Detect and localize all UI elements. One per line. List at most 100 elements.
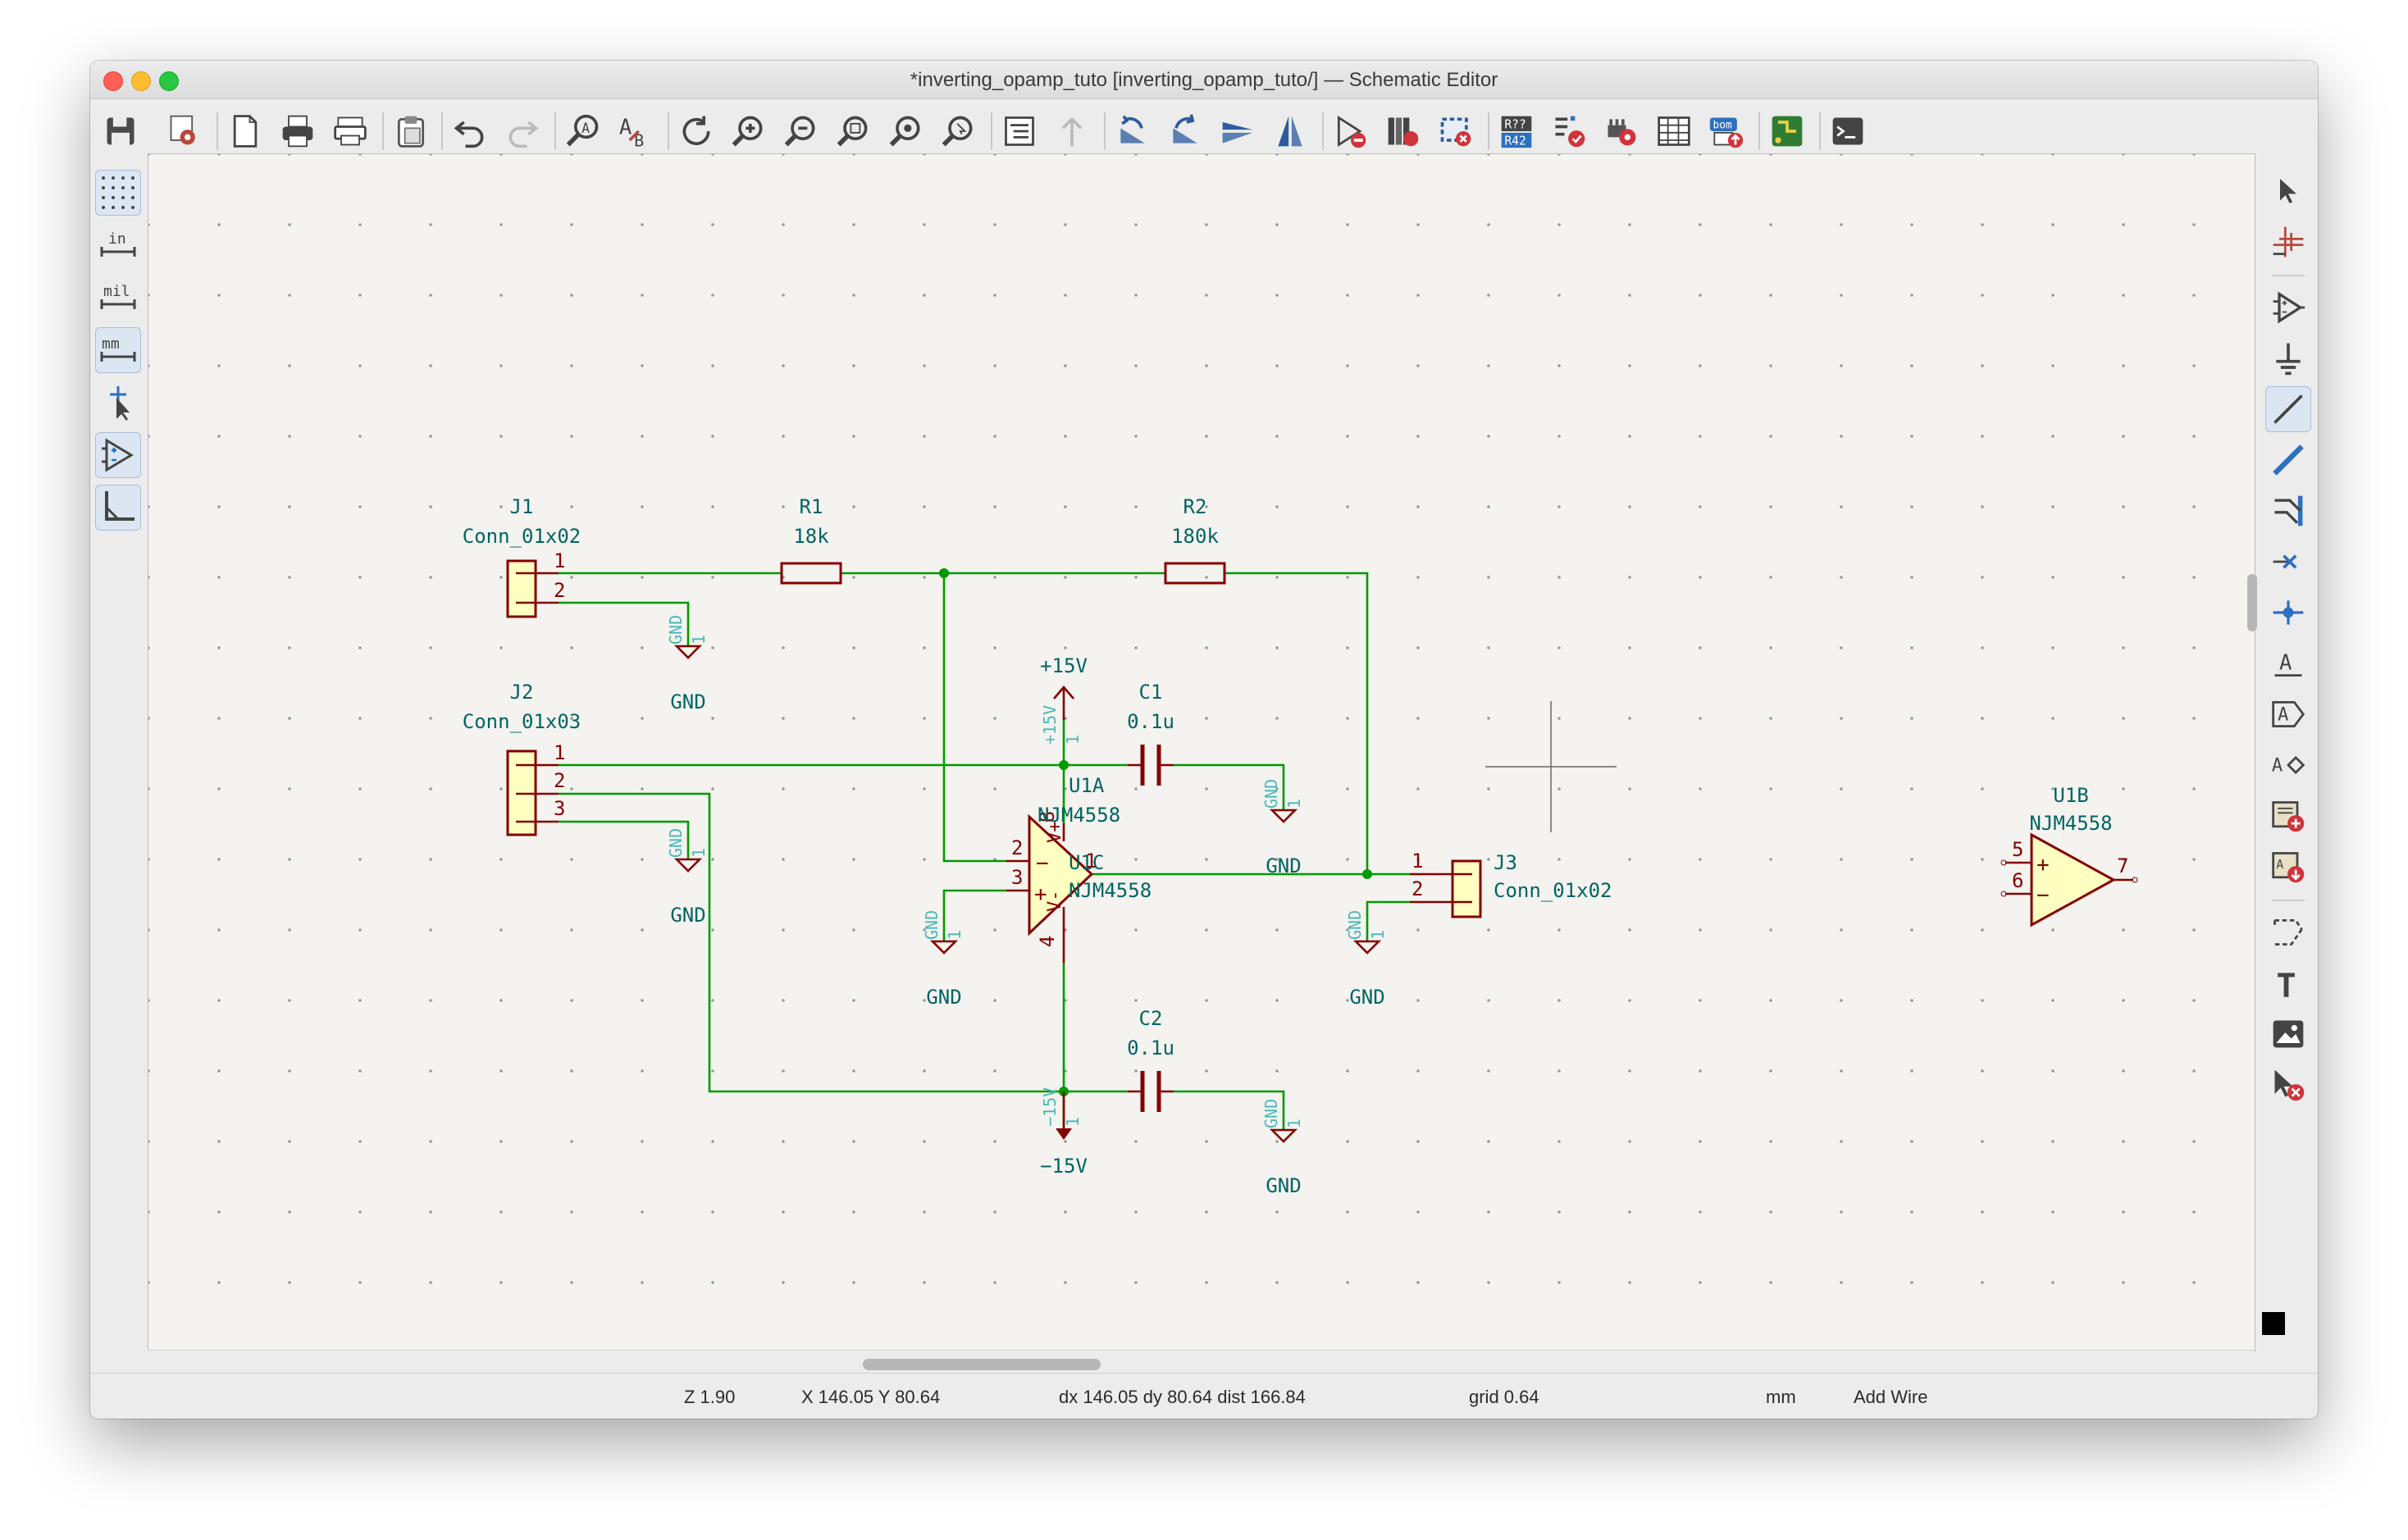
no-connect-icon[interactable] — [2265, 539, 2311, 585]
bom-icon[interactable]: bom — [1704, 109, 1749, 153]
svg-text:6: 6 — [2012, 869, 2023, 892]
refresh-icon[interactable] — [674, 109, 718, 153]
mirror-horizontal-icon[interactable] — [1268, 109, 1312, 153]
leave-sheet-icon[interactable] — [1050, 109, 1094, 153]
svg-text:3: 3 — [554, 797, 565, 820]
plot-icon[interactable] — [328, 109, 372, 153]
horizontal-scrollbar[interactable] — [148, 1350, 2254, 1374]
rotate-cw-icon[interactable] — [1163, 109, 1207, 153]
U1B-ref: U1B — [2053, 784, 2088, 807]
print-icon[interactable] — [276, 109, 320, 153]
line-mode-45-icon[interactable] — [95, 485, 141, 531]
footprint-assign-icon[interactable] — [1434, 109, 1478, 153]
svg-text:R??: R?? — [1504, 117, 1526, 131]
svg-text:3: 3 — [1011, 866, 1023, 889]
scripting-console-icon[interactable] — [1826, 109, 1870, 153]
svg-text:1: 1 — [689, 635, 709, 645]
zoom-selection-icon[interactable] — [937, 109, 981, 153]
horizontal-scrollbar-thumb[interactable] — [863, 1359, 1101, 1370]
delete-tool-icon[interactable] — [2265, 1062, 2311, 1108]
C1-value: 0.1u — [1127, 710, 1174, 733]
R2-ref: R2 — [1183, 495, 1207, 518]
save-icon[interactable] — [98, 109, 143, 153]
add-label-icon[interactable]: A — [2265, 640, 2311, 686]
find-icon[interactable]: A — [561, 109, 605, 153]
schematic-setup-icon[interactable] — [162, 109, 207, 153]
units-mm-icon[interactable]: mm — [95, 327, 141, 373]
svg-text:A: A — [619, 116, 632, 140]
svg-text:T: T — [2276, 967, 2296, 1002]
find-replace-icon[interactable]: AB — [613, 109, 658, 153]
svg-text:5: 5 — [2012, 838, 2023, 861]
R1-ref: R1 — [800, 495, 823, 518]
svg-text:2: 2 — [1011, 836, 1023, 859]
zoom-out-icon[interactable] — [779, 109, 823, 153]
highlight-net-icon[interactable] — [2265, 219, 2311, 265]
schematic-canvas[interactable]: 1 2 J1 Conn_01x02 1 2 3 J2 Conn_01x03 1 — [148, 153, 2255, 1351]
add-hier-label-icon[interactable]: A — [2265, 742, 2311, 788]
R2-value: 180k — [1171, 525, 1219, 548]
erc-icon[interactable] — [1547, 109, 1591, 153]
status-zoom: Z 1.90 — [684, 1387, 736, 1407]
add-sheet-icon[interactable] — [2265, 793, 2311, 839]
svg-text:2: 2 — [1412, 877, 1423, 900]
annotate-icon[interactable]: R?? R42 — [1494, 109, 1539, 153]
junction-dot — [1362, 869, 1372, 879]
hierarchy-navigator-icon[interactable] — [997, 109, 1042, 153]
add-image-icon[interactable] — [2265, 1011, 2311, 1057]
add-global-label-icon[interactable]: A — [2265, 691, 2311, 737]
svg-text:−: − — [2036, 883, 2050, 908]
title-bar: *inverting_opamp_tuto [inverting_opamp_t… — [90, 61, 2318, 99]
svg-text:−15V: −15V — [1040, 1155, 1088, 1178]
symbol-browser-icon[interactable] — [1381, 109, 1425, 153]
svg-text:mil: mil — [103, 283, 130, 300]
svg-text:A: A — [2278, 704, 2288, 725]
assign-footprints-icon[interactable] — [1599, 109, 1644, 153]
undo-icon[interactable] — [448, 109, 492, 153]
status-units: mm — [1766, 1387, 1796, 1407]
paste-icon[interactable] — [389, 109, 433, 153]
zoom-objects-icon[interactable] — [884, 109, 928, 153]
svg-text:GND: GND — [666, 828, 686, 858]
status-delta: dx 146.05 dy 80.64 dist 166.84 — [1059, 1387, 1306, 1407]
add-bus-entry-icon[interactable] — [2265, 488, 2311, 534]
add-power-icon[interactable] — [2265, 335, 2311, 381]
svg-text:GND: GND — [1266, 854, 1301, 877]
vertical-scrollbar-thumb[interactable] — [2247, 574, 2257, 631]
status-bar: Z 1.90 X 146.05 Y 80.64 dx 146.05 dy 80.… — [90, 1373, 2318, 1419]
rotate-ccw-icon[interactable] — [1111, 109, 1155, 153]
update-pcb-icon[interactable] — [1765, 109, 1809, 153]
svg-text:bom: bom — [1713, 119, 1732, 131]
add-symbol-icon[interactable] — [2265, 285, 2311, 330]
zoom-in-icon[interactable] — [727, 109, 771, 153]
units-mils-icon[interactable]: mil — [95, 275, 141, 321]
zoom-fit-icon[interactable] — [832, 109, 876, 153]
symbol-editor-icon[interactable] — [1329, 109, 1373, 153]
cursor-crosshair-icon[interactable] — [95, 380, 141, 426]
add-text-icon[interactable]: T — [2265, 960, 2311, 1006]
svg-text:A: A — [2279, 650, 2292, 675]
import-sheet-pin-icon[interactable]: A — [2265, 844, 2311, 890]
redo-icon[interactable] — [500, 109, 545, 153]
add-wire-icon[interactable] — [2265, 386, 2311, 432]
U1C-value: NJM4558 — [1069, 879, 1152, 902]
svg-text:GND: GND — [1266, 1174, 1301, 1197]
svg-text:1: 1 — [1284, 1119, 1304, 1128]
add-junction-icon[interactable] — [2265, 590, 2311, 636]
grid-toggle-icon[interactable] — [95, 170, 141, 216]
select-icon[interactable] — [2265, 168, 2311, 214]
add-bus-icon[interactable] — [2265, 437, 2311, 483]
svg-text:GND: GND — [1261, 1099, 1281, 1128]
page-settings-icon[interactable] — [223, 109, 267, 153]
hidden-pins-icon[interactable] — [95, 432, 141, 478]
window-title: *inverting_opamp_tuto [inverting_opamp_t… — [910, 69, 1498, 91]
right-toolbar: A A A A T — [2259, 163, 2318, 1336]
svg-text:+15V: +15V — [1040, 705, 1060, 745]
units-inches-icon[interactable]: in — [95, 222, 141, 268]
add-graphic-line-icon[interactable] — [2265, 909, 2311, 955]
mirror-vertical-icon[interactable] — [1215, 109, 1260, 153]
svg-text:1: 1 — [1284, 799, 1304, 809]
edit-fields-table-icon[interactable] — [1652, 109, 1696, 153]
status-tool: Add Wire — [1854, 1387, 1928, 1407]
C1-ref: C1 — [1139, 681, 1163, 704]
